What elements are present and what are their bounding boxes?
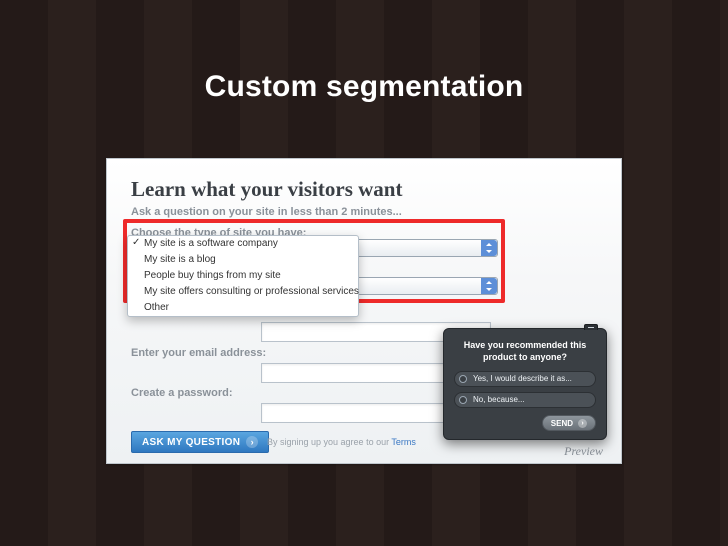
terms-prefix: By signing up you agree to our xyxy=(267,437,391,447)
password-label: Create a password: xyxy=(131,387,232,399)
survey-option[interactable]: No, because... xyxy=(454,392,596,408)
send-row: SEND › xyxy=(454,413,596,432)
dropdown-option[interactable]: Other xyxy=(128,300,358,316)
arrow-right-icon: › xyxy=(578,419,587,428)
dropdown-option[interactable]: My site offers consulting or professiona… xyxy=(128,284,358,300)
arrow-right-icon: › xyxy=(246,436,258,448)
ask-button-label: ASK MY QUESTION xyxy=(142,437,240,448)
email-label: Enter your email address: xyxy=(131,347,266,359)
preview-wrap: Have you recommended this product to any… xyxy=(443,328,607,460)
radio-icon xyxy=(459,396,467,404)
app-window: Learn what your visitors want Ask a ques… xyxy=(106,158,622,464)
ask-my-question-button[interactable]: ASK MY QUESTION › xyxy=(131,431,269,453)
dropdown-option[interactable]: My site is a software company xyxy=(128,236,358,252)
survey-option-label: No, because... xyxy=(473,395,525,404)
survey-option-label: Yes, I would describe it as... xyxy=(473,374,572,383)
chevron-updown-icon xyxy=(484,279,494,293)
survey-question: Have you recommended this product to any… xyxy=(454,339,596,363)
send-button[interactable]: SEND › xyxy=(542,415,596,431)
page-heading: Learn what your visitors want xyxy=(131,177,597,202)
radio-icon xyxy=(459,375,467,383)
terms-text: By signing up you agree to our Terms xyxy=(267,437,416,447)
terms-link[interactable]: Terms xyxy=(391,437,416,447)
app-content: Learn what your visitors want Ask a ques… xyxy=(107,159,621,218)
slide-title: Custom segmentation xyxy=(0,0,728,122)
dropdown-option[interactable]: People buy things from my site xyxy=(128,268,358,284)
minimize-icon[interactable] xyxy=(584,324,598,330)
survey-option[interactable]: Yes, I would describe it as... xyxy=(454,371,596,387)
dropdown-option[interactable]: My site is a blog xyxy=(128,252,358,268)
send-button-label: SEND xyxy=(551,419,573,428)
preview-label: Preview xyxy=(443,444,607,459)
site-type-dropdown: My site is a software company My site is… xyxy=(127,235,359,317)
page-subhead: Ask a question on your site in less than… xyxy=(131,206,597,218)
survey-widget: Have you recommended this product to any… xyxy=(443,328,607,441)
chevron-updown-icon xyxy=(484,241,494,255)
